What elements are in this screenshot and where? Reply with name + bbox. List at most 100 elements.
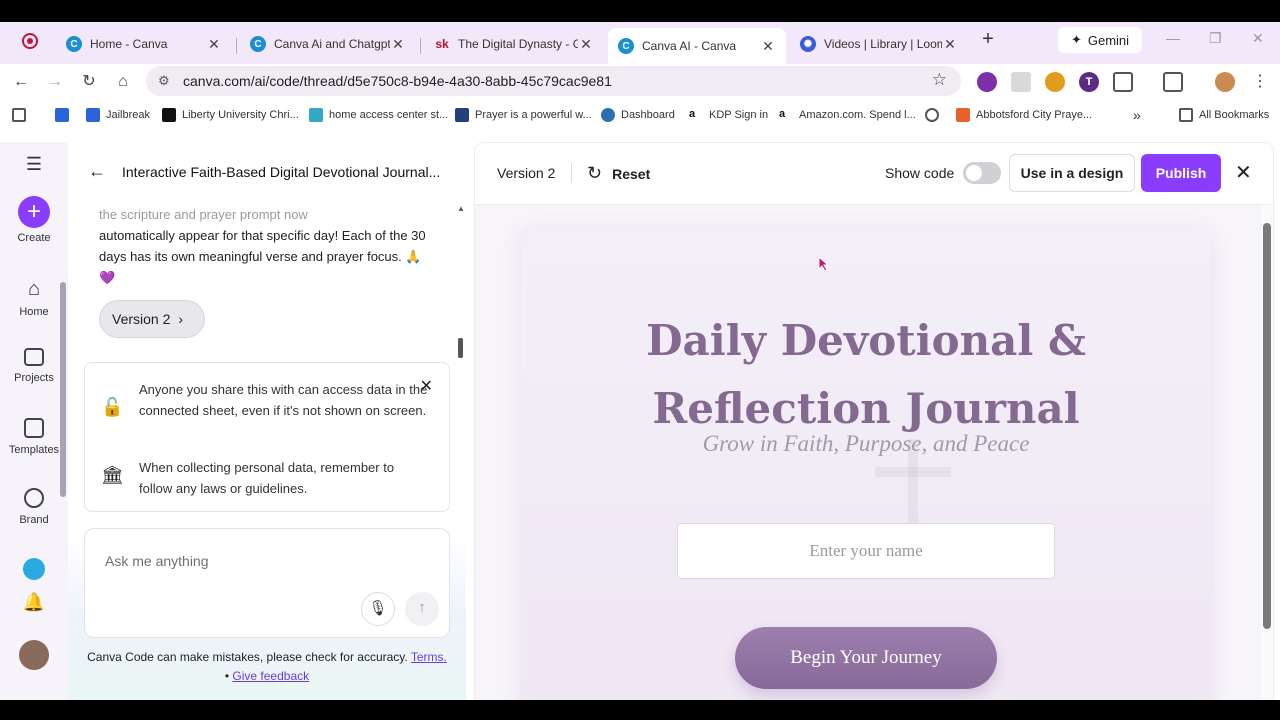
hamburger-menu-icon[interactable]: ☰ [0,154,68,175]
show-code-label: Show code [885,165,955,181]
notice-row-sharing: 🔓 Anyone you share this with can access … [101,379,427,445]
scroll-up-arrow-icon[interactable]: ▲ [457,204,465,213]
bookmark-dashboard[interactable]: Dashboard [601,106,675,124]
profile-avatar[interactable] [1215,72,1235,92]
record-icon[interactable] [22,33,38,49]
rail-home[interactable]: ⌂ Home [0,278,68,318]
rail-projects[interactable]: Projects [0,348,68,384]
rail-label: Projects [14,372,54,384]
window-close-icon[interactable]: ✕ [1252,30,1264,47]
bookmark-jailbreak[interactable]: Jailbreak [86,106,150,124]
close-icon[interactable]: ✕ [760,38,776,55]
publish-button[interactable]: Publish [1141,154,1221,192]
microphone-icon[interactable]: 🎙 [361,592,395,626]
disclaimer: Canva Code can make mistakes, please che… [87,650,447,683]
tab-canva-ai[interactable]: C Canva AI - Canva ✕ [608,28,786,64]
gemini-label: Gemini [1087,32,1130,48]
bookmark-star-icon[interactable]: ☆ [932,70,947,90]
rail-create[interactable]: + Create [0,196,68,244]
history-icon[interactable] [925,106,945,124]
tab-title: Canva Ai and Chatgpt - 1 [274,37,390,51]
bookmark-kdp[interactable]: a KDP Sign in [689,106,768,124]
canva-favicon-icon: C [66,36,82,52]
tab-home-canva[interactable]: C Home - Canva ✕ [56,28,232,60]
new-tab-plus-icon[interactable]: + [976,28,1000,52]
bell-icon[interactable]: 🔔 [0,592,68,613]
close-icon[interactable]: ✕ [206,36,222,53]
loom-favicon-icon: ✺ [800,36,816,52]
chat-scrollbar-thumb[interactable] [458,338,463,358]
bookmark-home-access[interactable]: home access center st... [309,106,448,124]
expand-extension-icon[interactable] [1011,72,1031,92]
address-bar[interactable]: ⚙ canva.com/ai/code/thread/d5e750c8-b94e… [146,66,961,96]
puzzle-extensions-icon[interactable] [1113,72,1133,92]
rail-brand[interactable]: Brand [0,488,68,526]
minimize-icon[interactable]: — [1166,30,1180,46]
left-rail: ☰ + Create ⌂ Home Projects Templates Bra… [0,142,68,700]
tab-digital-dynasty[interactable]: sk The Digital Dynasty - Gen ✕ [424,28,604,60]
eye-extension-icon[interactable] [977,72,997,92]
close-preview-icon[interactable]: ✕ [1235,160,1252,185]
mouse-cursor-icon [818,256,830,272]
screen: C Home - Canva ✕ C Canva Ai and Chatgpt … [0,0,1280,720]
templates-icon [24,418,44,438]
bookmark-blue-icon[interactable] [55,106,75,124]
folder-icon [1179,108,1193,122]
chevron-right-icon: › [178,311,184,327]
close-icon[interactable]: ✕ [942,36,958,53]
bookmark-amazon[interactable]: a Amazon.com. Spend l... [779,106,916,124]
t-extension-icon[interactable]: T [1079,72,1099,92]
notice-text: Anyone you share this with can access da… [139,382,428,418]
close-icon[interactable]: ✕ [390,36,406,53]
rail-templates[interactable]: Templates [0,418,68,456]
version-chip[interactable]: Version 2 › [99,300,205,338]
feedback-link[interactable]: Give feedback [232,669,309,683]
preview-version-label: Version 2 [497,165,556,181]
back-arrow-icon[interactable]: ← [9,70,33,94]
reset-button[interactable]: ↻ Reset [587,163,650,184]
bookmark-abbotsford[interactable]: Abbotsford City Praye... [956,106,1092,124]
terms-link[interactable]: Terms. [411,650,447,664]
tab-canva-ai-chatgpt[interactable]: C Canva Ai and Chatgpt - 1 ✕ [240,28,416,60]
os-top-bar [0,0,1280,22]
back-arrow-icon[interactable]: ← [88,161,106,182]
reload-icon[interactable]: ↻ [77,70,101,94]
disclaimer-text: Canva Code can make mistakes, please che… [87,650,408,664]
bookmark-liberty[interactable]: Liberty University Chri... [162,106,299,124]
chat-input-box[interactable]: Ask me anything 🎙 ↑ [84,528,450,638]
rail-canva-ai[interactable] [0,558,68,586]
send-arrow-icon[interactable]: ↑ [405,592,439,626]
amazon-icon: a [779,108,793,122]
apps-grid-icon[interactable] [12,106,32,124]
close-icon[interactable]: ✕ [578,36,594,53]
begin-journey-button[interactable]: Begin Your Journey [735,627,997,689]
all-bookmarks-label: All Bookmarks [1199,109,1270,121]
grammar-extension-icon[interactable] [1045,72,1065,92]
rail-scrollbar[interactable] [60,282,66,497]
user-avatar[interactable] [0,640,68,670]
site-settings-icon[interactable]: ⚙ [158,73,170,89]
canva-ai-icon [23,558,45,580]
use-in-design-button[interactable]: Use in a design [1009,154,1135,192]
bookmark-label: Amazon.com. Spend l... [799,109,916,121]
restore-icon[interactable]: ❐ [1209,30,1222,47]
tab-title: The Digital Dynasty - Gen [458,37,578,51]
tab-loom-videos[interactable]: ✺ Videos | Library | Loom ✕ [790,28,968,60]
tab-search-icon[interactable] [1163,72,1183,92]
chat-panel: ← Interactive Faith-Based Digital Devoti… [68,142,466,700]
message-text: automatically appear for that specific d… [99,228,426,285]
cross-watermark-bar [875,467,951,477]
bookmark-prayer[interactable]: Prayer is a powerful w... [455,106,592,124]
all-bookmarks[interactable]: All Bookmarks [1179,106,1269,124]
preview-scrollbar[interactable] [1261,205,1273,701]
kebab-menu-icon[interactable]: ⋮ [1248,70,1272,94]
name-input[interactable]: Enter your name [677,523,1055,579]
preview-scrollbar-thumb[interactable] [1263,223,1271,629]
canva-favicon-icon: C [618,38,634,54]
home-icon[interactable]: ⌂ [111,70,135,94]
gemini-button[interactable]: ✦ Gemini [1058,27,1142,53]
toggle-knob [966,165,982,181]
show-code-toggle[interactable] [963,162,1001,184]
forward-arrow-icon[interactable]: → [43,70,67,94]
more-bookmarks-chevron-icon[interactable]: » [1133,106,1141,124]
